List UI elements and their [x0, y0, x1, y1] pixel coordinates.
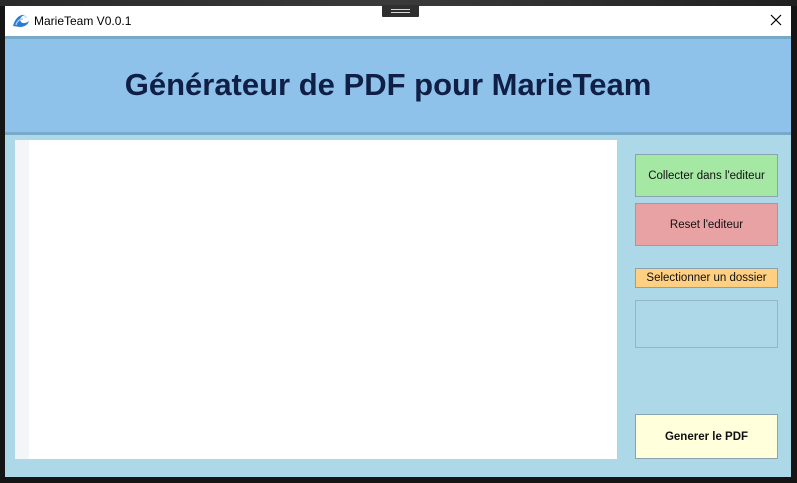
app-window: MarieTeam V0.0.1 Générateur de PDF pour … — [5, 6, 791, 477]
collect-editor-button[interactable]: Collecter dans l'editeur — [635, 154, 778, 197]
header-banner: Générateur de PDF pour MarieTeam — [5, 36, 791, 135]
folder-path-display — [635, 300, 778, 348]
drag-grip-handle[interactable] — [382, 5, 419, 17]
wave-icon — [12, 12, 30, 28]
reset-editor-button[interactable]: Reset l'editeur — [635, 203, 778, 246]
select-folder-button[interactable]: Selectionner un dossier — [635, 268, 778, 288]
page-title: Générateur de PDF pour MarieTeam — [124, 67, 652, 102]
close-icon — [770, 14, 782, 26]
text-editor[interactable] — [15, 140, 617, 459]
window-title: MarieTeam V0.0.1 — [34, 14, 132, 28]
editor-margin — [15, 140, 29, 459]
close-button[interactable] — [761, 6, 791, 34]
generate-pdf-button[interactable]: Generer le PDF — [635, 414, 778, 459]
